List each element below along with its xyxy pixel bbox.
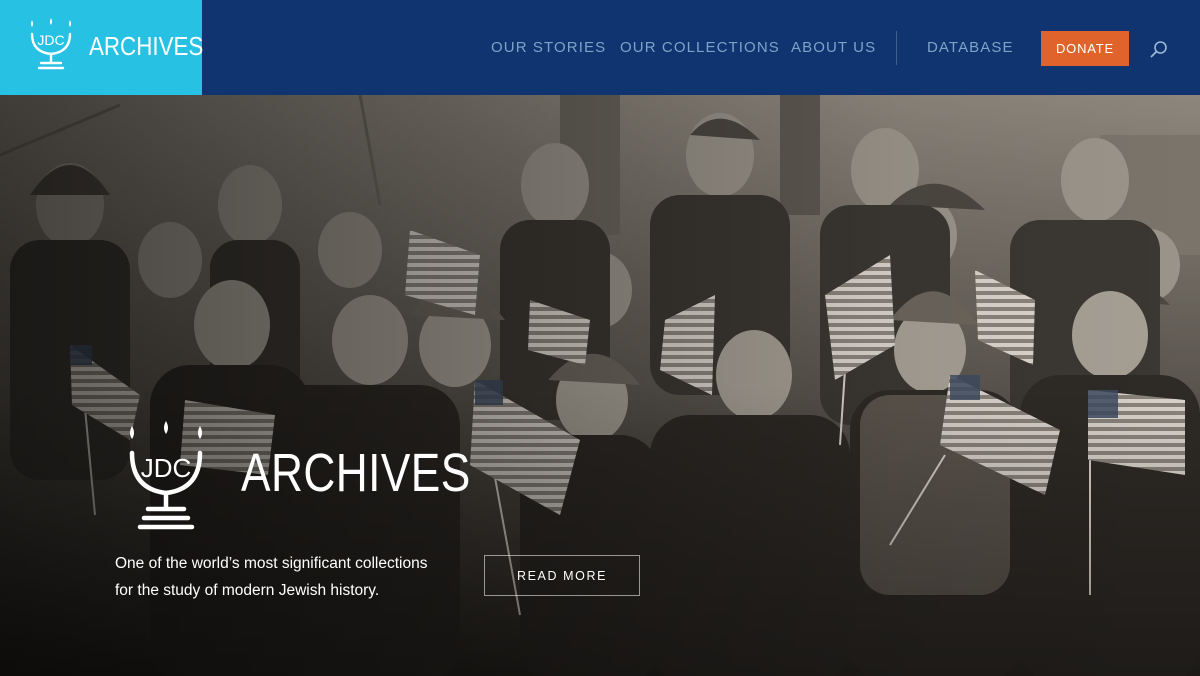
- hero-logo-mark-text: JDC: [141, 453, 192, 483]
- menorah-logo-icon: JDC: [30, 18, 72, 70]
- nav-our-stories[interactable]: OUR STORIES: [491, 39, 606, 56]
- read-more-button[interactable]: READ MORE: [484, 555, 640, 596]
- nav-database[interactable]: DATABASE: [927, 39, 1014, 56]
- search-icon[interactable]: [1150, 40, 1168, 58]
- donate-button[interactable]: DONATE: [1041, 31, 1129, 66]
- hero-tagline-line1: One of the world’s most significant coll…: [115, 555, 428, 572]
- site-name: ARCHIVES: [89, 31, 204, 61]
- site-header: JDC ARCHIVES OUR STORIES OUR COLLECTIONS…: [0, 0, 1200, 95]
- nav-our-collections[interactable]: OUR COLLECTIONS: [620, 39, 780, 56]
- logo-mark-text: JDC: [37, 32, 64, 48]
- site-logo[interactable]: JDC ARCHIVES: [0, 0, 204, 95]
- hero-title: ARCHIVES: [241, 443, 471, 503]
- nav-divider: [896, 31, 897, 65]
- menorah-logo-icon: JDC: [129, 421, 203, 530]
- hero-tagline: One of the world’s most significant coll…: [115, 550, 475, 604]
- hero-tagline-line2: for the study of modern Jewish history.: [115, 582, 380, 599]
- nav-about-us[interactable]: ABOUT US: [791, 39, 876, 56]
- hero-section: JDC ARCHIVES One of the world’s most sig…: [0, 95, 1200, 676]
